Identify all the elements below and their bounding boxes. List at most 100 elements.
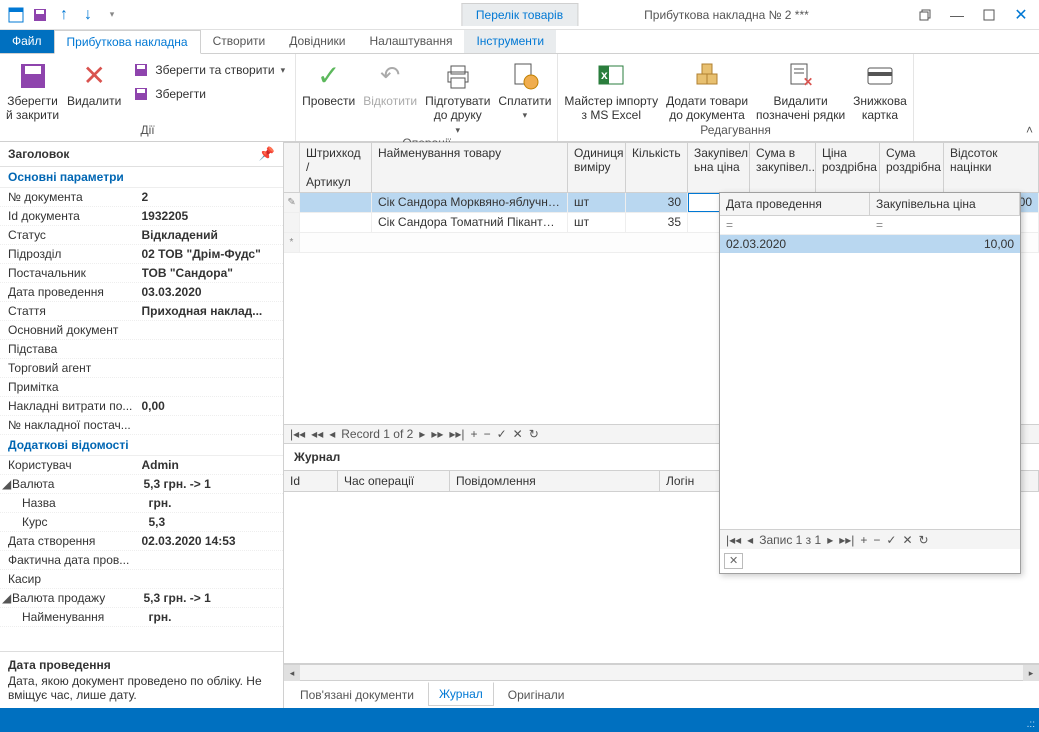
window-restore-icon[interactable] <box>911 5 939 25</box>
nav-last-icon[interactable]: ▸▸| <box>449 427 464 441</box>
save-icon[interactable] <box>32 7 48 23</box>
chevron-down-icon[interactable]: ▾ <box>456 125 461 136</box>
nav-next-icon[interactable]: ▸ <box>827 533 833 547</box>
tab-invoice[interactable]: Прибуткова накладна <box>54 30 201 54</box>
popup-col-date[interactable]: Дата проведення <box>720 193 870 215</box>
col-barcode[interactable]: Штрихкод / Артикул <box>300 143 372 192</box>
hscrollbar[interactable]: ◂▸ <box>284 664 1039 680</box>
prop-value[interactable] <box>142 323 276 337</box>
nav-cancel-icon[interactable]: ✕ <box>902 533 912 547</box>
prop-value[interactable]: Відкладений <box>142 228 276 242</box>
popup-close-button[interactable]: ✕ <box>724 553 743 569</box>
cell-unit[interactable]: шт <box>568 193 626 212</box>
prop-value[interactable] <box>142 380 276 394</box>
prop-value[interactable]: 2 <box>142 190 276 204</box>
prop-value[interactable] <box>142 361 276 375</box>
tab-file[interactable]: Файл <box>0 30 54 53</box>
ribbon-collapse-icon[interactable]: ˄ <box>1026 123 1033 137</box>
popup-col-price[interactable]: Закупівельна ціна <box>870 193 1020 215</box>
prop-value[interactable]: 02.03.2020 14:53 <box>142 534 276 548</box>
nav-prev-icon[interactable]: ◂ <box>329 427 335 441</box>
nav-remove-icon[interactable]: − <box>484 427 491 441</box>
tab-settings[interactable]: Налаштування <box>358 30 465 53</box>
add-goods-button[interactable]: Додати товари до документа <box>666 56 748 123</box>
minimize-icon[interactable]: — <box>943 5 971 25</box>
chevron-down-icon[interactable]: ▾ <box>281 65 286 76</box>
nav-refresh-icon[interactable]: ↻ <box>919 533 929 547</box>
close-icon[interactable]: ✕ <box>1007 5 1035 25</box>
import-excel-button[interactable]: x Майстер імпорту з MS Excel <box>564 56 658 123</box>
nav-refresh-icon[interactable]: ↻ <box>529 427 539 441</box>
expand-icon[interactable]: ◢ <box>2 591 12 605</box>
arrow-down-icon[interactable]: ↓ <box>80 7 96 23</box>
prop-value[interactable] <box>142 342 276 356</box>
btab-originals[interactable]: Оригінали <box>498 684 575 706</box>
pin-icon[interactable]: 📌 <box>259 146 275 162</box>
col-buy-sum[interactable]: Сума в закупівел... <box>750 143 816 192</box>
nav-ok-icon[interactable]: ✓ <box>886 533 896 547</box>
prop-value[interactable]: 02 ТОВ "Дрім-Фудс" <box>142 247 276 261</box>
cell-qty[interactable]: 35 <box>626 213 688 232</box>
nav-prev-page-icon[interactable]: ◂◂ <box>311 427 323 441</box>
prop-value[interactable] <box>142 572 276 586</box>
col-time[interactable]: Час операції <box>338 471 450 491</box>
prop-value[interactable]: 5,3 грн. -> 1 <box>144 477 276 491</box>
cell-name[interactable]: Сік Сандора Томатний Пікантний... <box>372 213 568 232</box>
nav-prev-icon[interactable]: ◂ <box>747 533 753 547</box>
nav-ok-icon[interactable]: ✓ <box>497 427 507 441</box>
section-extra[interactable]: Додаткові відомості <box>0 435 283 456</box>
pay-button[interactable]: Сплатити ▾ <box>498 56 551 121</box>
discount-card-button[interactable]: Знижкова картка <box>853 56 907 123</box>
col-unit[interactable]: Одиниця виміру <box>568 143 626 192</box>
tab-create[interactable]: Створити <box>201 30 278 53</box>
delete-button[interactable]: ✕ Видалити <box>67 56 121 108</box>
btab-journal[interactable]: Журнал <box>428 682 494 706</box>
col-margin[interactable]: Відсоток націнки <box>944 143 1039 192</box>
nav-add-icon[interactable]: + <box>471 427 478 441</box>
arrow-up-icon[interactable]: ↑ <box>56 7 72 23</box>
nav-next-icon[interactable]: ▸ <box>419 427 425 441</box>
nav-next-page-icon[interactable]: ▸▸ <box>431 427 443 441</box>
cell-name[interactable]: Сік Сандора Морквяно-яблучний... <box>372 193 568 212</box>
maximize-icon[interactable] <box>975 5 1003 25</box>
col-qty[interactable]: Кількість <box>626 143 688 192</box>
chevron-down-icon[interactable]: ▾ <box>523 110 528 121</box>
popup-filter-price[interactable]: = <box>870 216 1020 234</box>
delete-rows-button[interactable]: ✕ Видалити позначені рядки <box>756 56 845 123</box>
nav-cancel-icon[interactable]: ✕ <box>513 427 523 441</box>
cell-unit[interactable]: шт <box>568 213 626 232</box>
save-button[interactable]: Зберегти <box>129 84 289 104</box>
prop-value[interactable]: грн. <box>149 496 276 510</box>
prop-value[interactable] <box>142 553 276 567</box>
save-create-button[interactable]: Зберегти та створити ▾ <box>129 60 289 80</box>
prop-value[interactable] <box>142 418 276 432</box>
cell-qty[interactable]: 30 <box>626 193 688 212</box>
prop-value[interactable]: 0,00 <box>142 399 276 413</box>
col-name[interactable]: Найменування товару <box>372 143 568 192</box>
prepare-print-button[interactable]: Підготувати до друку ▾ <box>425 56 490 136</box>
tab-tools[interactable]: Інструменти <box>464 30 556 53</box>
popup-row[interactable]: 02.03.2020 10,00 <box>720 235 1020 253</box>
expand-icon[interactable]: ◢ <box>2 477 12 491</box>
col-retail-price[interactable]: Ціна роздрібна <box>816 143 880 192</box>
col-id[interactable]: Id <box>284 471 338 491</box>
scroll-left-icon[interactable]: ◂ <box>284 665 300 681</box>
nav-remove-icon[interactable]: − <box>873 533 880 547</box>
prop-value[interactable]: 5,3 <box>149 515 276 529</box>
nav-add-icon[interactable]: + <box>860 533 867 547</box>
prop-value[interactable]: ТОВ "Сандора" <box>142 266 276 280</box>
nav-first-icon[interactable]: |◂◂ <box>290 427 305 441</box>
prop-value[interactable]: 1932205 <box>142 209 276 223</box>
popup-filter-date[interactable]: = <box>720 216 870 234</box>
nav-first-icon[interactable]: |◂◂ <box>726 533 741 547</box>
run-button[interactable]: ✓ Провести <box>302 56 355 108</box>
prop-value[interactable]: грн. <box>149 610 276 624</box>
btab-linked[interactable]: Пов'язані документи <box>290 684 424 706</box>
col-msg[interactable]: Повідомлення <box>450 471 660 491</box>
tab-dictionaries[interactable]: Довідники <box>277 30 357 53</box>
section-main-params[interactable]: Основні параметри <box>0 167 283 188</box>
nav-last-icon[interactable]: ▸▸| <box>839 533 854 547</box>
prop-value[interactable]: 5,3 грн. -> 1 <box>144 591 276 605</box>
prop-value[interactable]: 03.03.2020 <box>142 285 276 299</box>
col-retail-sum[interactable]: Сума роздрібна <box>880 143 944 192</box>
